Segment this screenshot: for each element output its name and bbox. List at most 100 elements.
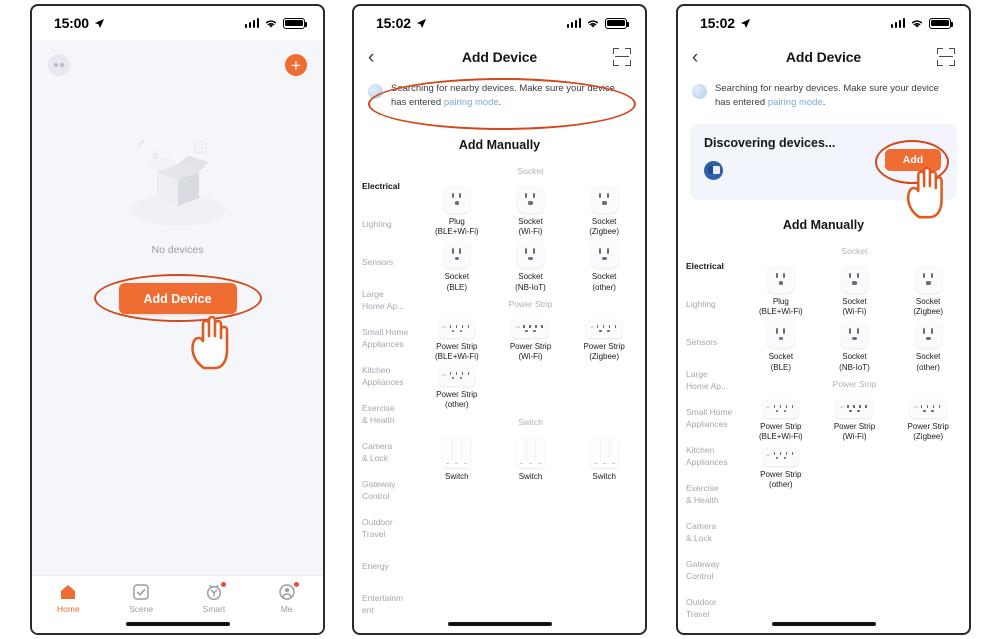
category-item[interactable]: Industry & (354, 624, 416, 633)
sidebar-item-scene[interactable]: Scene (105, 583, 178, 614)
cellular-signal-icon (244, 18, 259, 28)
wifi-icon (587, 19, 599, 28)
chevron-left-icon[interactable]: ‹ (368, 48, 386, 67)
device-tile[interactable]: Power Strip (BLE+Wi-Fi) (420, 319, 494, 363)
power-strip-device-icon (438, 366, 475, 386)
location-arrow-icon (740, 18, 750, 28)
category-item[interactable]: Outdoor Travel (678, 590, 740, 628)
notification-badge (293, 582, 299, 587)
category-item[interactable]: Large Home Ap... (678, 362, 740, 400)
discovered-device-icon[interactable] (704, 160, 723, 180)
empty-state-text: No devices (151, 244, 204, 256)
category-item[interactable]: Gateway Control (354, 472, 416, 510)
device-tile[interactable]: Power Strip (other) (744, 446, 818, 491)
category-item[interactable]: Gateway Control (678, 552, 740, 590)
qr-scan-icon[interactable] (613, 48, 631, 66)
status-time: 15:00 (54, 15, 89, 31)
device-tile-label: Power Strip (Zigbee) (907, 422, 949, 442)
category-item[interactable]: Small Home Appliances (678, 400, 740, 438)
sidebar-item-smart[interactable]: Smart (178, 582, 251, 614)
device-tile[interactable]: Socket (BLE) (744, 321, 818, 373)
device-tile-label: Power Strip (BLE+Wi-Fi) (434, 342, 479, 362)
category-item[interactable]: Camera & Lock (354, 434, 416, 472)
device-tile-label: Socket (Zigbee) (589, 216, 620, 236)
category-item[interactable]: Lighting (354, 206, 416, 244)
device-tile[interactable]: Socket (NB-IoT) (494, 241, 568, 293)
socket-device-icon (914, 265, 942, 293)
device-tile-label: Socket (Wi-Fi) (518, 216, 543, 236)
pairing-mode-link[interactable]: pairing mode (768, 97, 823, 108)
category-item[interactable]: Sensors (354, 244, 416, 282)
phone-add-device-frame: 15:02 ‹ Add Device Searching for nearby … (352, 4, 647, 635)
empty-state: No devices Add Device (32, 136, 323, 370)
add-device-cta-zone: Add Device (32, 270, 323, 370)
device-tile[interactable]: Socket (other) (891, 321, 965, 373)
category-item[interactable]: Camera & Lock (678, 514, 740, 552)
searching-text: Searching for nearby devices. Make sure … (715, 83, 939, 108)
socket-device-icon (443, 241, 471, 269)
profile-avatar-icon[interactable] (48, 54, 70, 76)
category-item[interactable]: Kitchen Appliances (678, 438, 740, 476)
device-tile[interactable]: Socket (BLE) (420, 241, 494, 293)
qr-scan-icon[interactable] (937, 48, 955, 66)
device-tile[interactable]: Power Strip (other) (420, 366, 494, 411)
device-tile[interactable]: Power Strip (Wi-Fi) (494, 319, 568, 363)
category-sidebar: Electrical Lighting Sensors Large Home Ap...… (354, 158, 416, 633)
category-item[interactable]: Sensors (678, 324, 740, 362)
device-tile[interactable]: Power Strip (Wi-Fi) (818, 399, 892, 443)
device-tile[interactable]: Socket (Wi-Fi) (494, 185, 568, 238)
phone-discovering-frame: 15:02 ‹ Add Device Searching for nearby … (676, 4, 971, 635)
hand-tap-cursor (906, 166, 943, 218)
device-tile-label: Switch (518, 471, 543, 481)
home-indicator (771, 621, 876, 626)
category-item[interactable]: Large Home Ap... (354, 282, 416, 320)
clock-icon (205, 582, 226, 601)
device-tile[interactable]: Plug (BLE+Wi-Fi) (744, 265, 818, 318)
category-item[interactable]: Exercise & Health (354, 396, 416, 434)
device-tile[interactable]: Socket (Zigbee) (891, 265, 965, 318)
category-item[interactable]: Energy (354, 548, 416, 586)
status-bar: 15:02 (354, 6, 645, 40)
device-tile-label: Socket (other) (915, 352, 941, 372)
power-strip-device-icon (586, 319, 623, 339)
device-tile[interactable]: Switch (567, 436, 641, 482)
device-tile[interactable]: Plug (BLE+Wi-Fi) (420, 185, 494, 238)
plus-icon[interactable]: + (285, 54, 307, 76)
power-strip-device-icon (512, 319, 549, 339)
navigation-bar: ‹ Add Device (678, 40, 969, 74)
device-tile[interactable]: Socket (other) (567, 241, 641, 293)
switch-device-icon (443, 436, 471, 468)
sidebar-item-home[interactable]: Home (32, 583, 105, 614)
device-tile-label: Plug (BLE+Wi-Fi) (758, 296, 803, 316)
category-item[interactable]: Electrical (678, 248, 740, 286)
device-tile[interactable]: Socket (Wi-Fi) (818, 265, 892, 318)
group-title: Socket (841, 245, 868, 256)
socket-device-icon (516, 241, 544, 269)
sidebar-item-me[interactable]: Me (250, 582, 323, 614)
category-item[interactable]: Lighting (678, 286, 740, 324)
home-indicator (125, 621, 230, 626)
category-item[interactable]: Electrical (354, 168, 416, 206)
house-icon (59, 583, 77, 601)
category-item[interactable]: Entertainm ent (354, 586, 416, 624)
category-item[interactable]: Outdoor Travel (354, 510, 416, 548)
device-tile[interactable]: Switch (494, 436, 568, 482)
cellular-signal-icon (566, 18, 581, 28)
radar-pulse-icon (692, 84, 707, 99)
status-bar: 15:02 (678, 6, 969, 40)
device-tile[interactable]: Power Strip (Zigbee) (567, 319, 641, 363)
device-tile-label: Socket (BLE) (444, 272, 470, 292)
device-tile[interactable]: Socket (NB-IoT) (818, 321, 892, 373)
device-tile[interactable]: Switch (420, 436, 494, 482)
phone-add-device-screen: 15:02 ‹ Add Device Searching for nearby … (354, 6, 645, 633)
switch-device-icon (516, 436, 544, 468)
category-item[interactable]: Small Home Appliances (354, 320, 416, 358)
device-tile[interactable]: Socket (Zigbee) (567, 185, 641, 238)
device-grid-column: Socket Plug (BLE+Wi-Fi) Socket (Wi-Fi) Socket… (740, 238, 969, 633)
device-tile[interactable]: Power Strip (BLE+Wi-Fi) (744, 399, 818, 443)
category-item[interactable]: Kitchen Appliances (354, 358, 416, 396)
chevron-left-icon[interactable]: ‹ (692, 48, 710, 67)
category-item[interactable]: Exercise & Health (678, 476, 740, 514)
device-grid: Switch Switch Switch (420, 436, 641, 482)
device-tile[interactable]: Power Strip (Zigbee) (891, 399, 965, 443)
